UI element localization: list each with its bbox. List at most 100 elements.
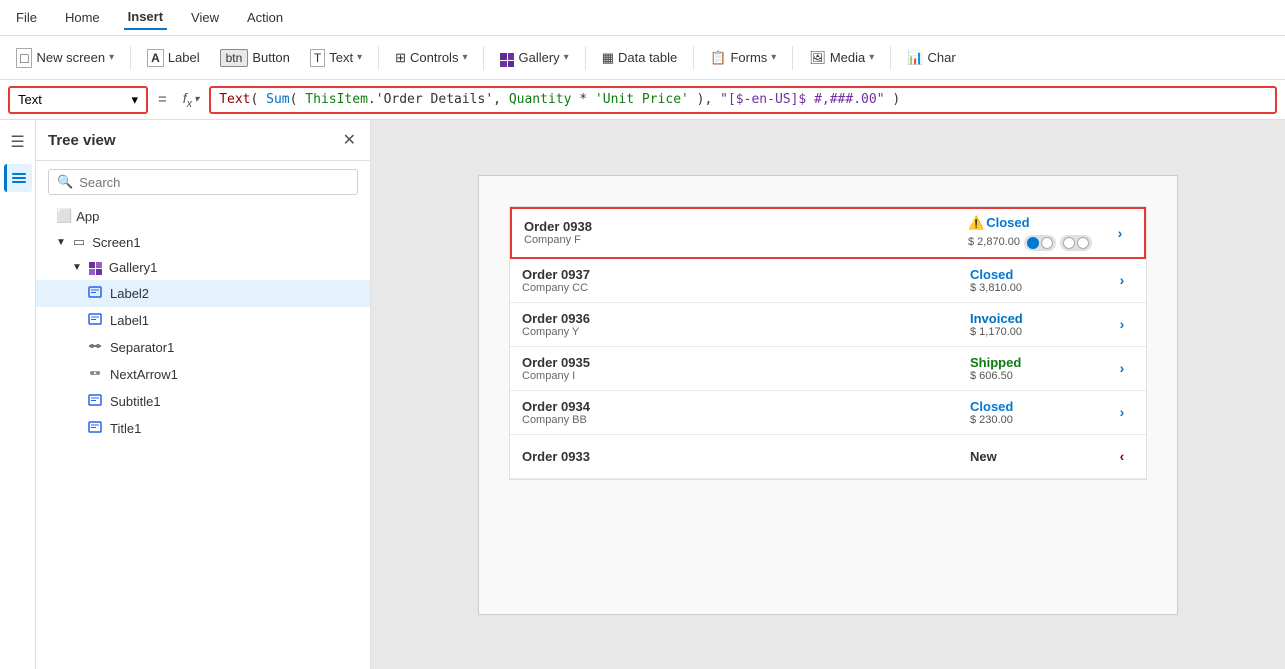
controls-button[interactable]: ⊞ Controls ▾ (387, 46, 475, 70)
divider-4 (585, 46, 586, 70)
formula-paren2: ( (290, 92, 298, 107)
tree-item-nextarrow1[interactable]: NextArrow1 (36, 361, 370, 388)
table-row[interactable]: Order 0938 Company F ⚠️ Closed $ 2,870.0… (510, 207, 1146, 259)
order-number: Order 0938 (524, 219, 968, 234)
row-status-area: Shipped $ 606.50 (970, 355, 1110, 382)
title1-icon (88, 420, 102, 437)
divider-5 (693, 46, 694, 70)
layers-icon[interactable] (4, 164, 32, 192)
media-icon: 🖼 (809, 50, 826, 66)
fx-chevron: ▾ (194, 94, 199, 105)
company-name: Company I (522, 370, 970, 382)
formula-paren4: ) (892, 92, 900, 107)
row-status-area: Closed $ 3,810.00 (970, 267, 1110, 294)
toggle-dot-4 (1077, 237, 1089, 249)
row-status-area: ⚠️ Closed $ 2,870.00 (968, 215, 1108, 251)
gallery-list: Order 0938 Company F ⚠️ Closed $ 2,870.0… (509, 206, 1147, 480)
media-button[interactable]: 🖼 Media ▾ (801, 46, 882, 70)
formula-sum-func: Sum (266, 92, 289, 107)
forms-chevron: ▾ (771, 52, 776, 63)
chevron-right-icon: › (1120, 404, 1125, 420)
gallery-button[interactable]: Gallery ▾ (492, 44, 576, 72)
row-order-info: Order 0934 Company BB (522, 399, 970, 426)
tree-item-subtitle1[interactable]: Subtitle1 (36, 388, 370, 415)
status-badge: Shipped (970, 355, 1021, 370)
menu-action[interactable]: Action (243, 6, 287, 29)
table-row[interactable]: Order 0933 New ‹ (510, 435, 1146, 479)
toggle-track[interactable] (1024, 235, 1056, 251)
separator1-label: Separator1 (110, 340, 174, 355)
tree-item-gallery1[interactable]: ▼ Gallery1 (36, 255, 370, 280)
menu-insert[interactable]: Insert (124, 5, 167, 30)
tree-item-screen1[interactable]: ▼ ▭ Screen1 (36, 229, 370, 255)
tree-item-app[interactable]: ⬜ App (36, 203, 370, 229)
data-table-icon: ▦ (602, 50, 614, 66)
row-chevron: › (1108, 225, 1132, 241)
label-button[interactable]: A Label (139, 45, 207, 71)
tree-title: Tree view (48, 132, 116, 149)
table-row[interactable]: Order 0936 Company Y Invoiced $ 1,170.00… (510, 303, 1146, 347)
tree-item-label2[interactable]: Label2 (36, 280, 370, 307)
tree-close-button[interactable]: ✕ (341, 128, 358, 152)
formula-name-box[interactable]: Text ▾ (8, 86, 148, 114)
label1-label: Label1 (110, 313, 149, 328)
row-order-info: Order 0935 Company I (522, 355, 970, 382)
search-box: 🔍 (48, 169, 358, 195)
table-row[interactable]: Order 0935 Company I Shipped $ 606.50 › (510, 347, 1146, 391)
warning-icon: ⚠️ (968, 215, 984, 231)
menu-file[interactable]: File (12, 6, 41, 29)
formula-input[interactable]: Text( Sum( ThisItem.'Order Details', Qua… (209, 86, 1277, 114)
new-screen-chevron: ▾ (109, 52, 114, 63)
table-row[interactable]: Order 0934 Company BB Closed $ 230.00 › (510, 391, 1146, 435)
amount-label: $ 230.00 (970, 414, 1013, 426)
side-icons: ☰ (0, 120, 36, 669)
status-badge: Closed (970, 399, 1013, 414)
formula-fx-button[interactable]: fx ▾ (177, 88, 205, 112)
title1-label: Title1 (110, 421, 141, 436)
gallery1-expand-chevron: ▼ (72, 262, 82, 273)
text-button[interactable]: T Text ▾ (302, 45, 370, 71)
button-button[interactable]: btn Button (212, 45, 298, 71)
tree-item-label1[interactable]: Label1 (36, 307, 370, 334)
data-table-button[interactable]: ▦ Data table (594, 46, 686, 70)
row-order-info: Order 0937 Company CC (522, 267, 970, 294)
hamburger-icon[interactable]: ☰ (4, 128, 32, 156)
menu-home[interactable]: Home (61, 6, 104, 29)
new-screen-button[interactable]: □ New screen ▾ (8, 44, 122, 72)
tree-item-title1[interactable]: Title1 (36, 415, 370, 442)
formula-unitprice: 'Unit Price' (595, 92, 689, 107)
chevron-right-icon: › (1118, 225, 1123, 241)
row-status-area: Invoiced $ 1,170.00 (970, 311, 1110, 338)
search-input[interactable] (79, 175, 349, 190)
chart-button[interactable]: 📊 Char (899, 46, 963, 70)
formula-name-text: Text (18, 92, 42, 107)
new-screen-icon: □ (16, 48, 32, 68)
subtitle1-label: Subtitle1 (110, 394, 161, 409)
formula-thisitem: ThisItem (305, 92, 368, 107)
forms-button[interactable]: 📋 Forms ▾ (702, 46, 784, 70)
text-icon: T (310, 49, 325, 67)
formula-name-chevron: ▾ (131, 92, 138, 108)
tree-item-separator1[interactable]: Separator1 (36, 334, 370, 361)
controls-icon: ⊞ (395, 50, 406, 66)
menu-view[interactable]: View (187, 6, 223, 29)
row-order-info: Order 0933 (522, 449, 970, 464)
order-number: Order 0937 (522, 267, 970, 282)
toggle-track-2[interactable] (1060, 235, 1092, 251)
nextarrow1-label: NextArrow1 (110, 367, 178, 382)
divider-6 (792, 46, 793, 70)
divider-2 (378, 46, 379, 70)
chart-icon: 📊 (907, 50, 923, 66)
formula-qty: Quantity (509, 92, 572, 107)
divider-1 (130, 46, 131, 70)
toggle-dot-2 (1041, 237, 1053, 249)
chevron-back-icon: ‹ (1120, 448, 1125, 464)
fx-label: fx (183, 90, 192, 110)
formula-equals: = (158, 91, 167, 108)
order-number: Order 0933 (522, 449, 970, 464)
toggle-group[interactable] (1024, 235, 1092, 251)
status-badge: Invoiced (970, 311, 1023, 326)
tree-content: ⬜ App ▼ ▭ Screen1 ▼ Gallery1 (36, 203, 370, 669)
row-order-info: Order 0938 Company F (524, 219, 968, 246)
table-row[interactable]: Order 0937 Company CC Closed $ 3,810.00 … (510, 259, 1146, 303)
